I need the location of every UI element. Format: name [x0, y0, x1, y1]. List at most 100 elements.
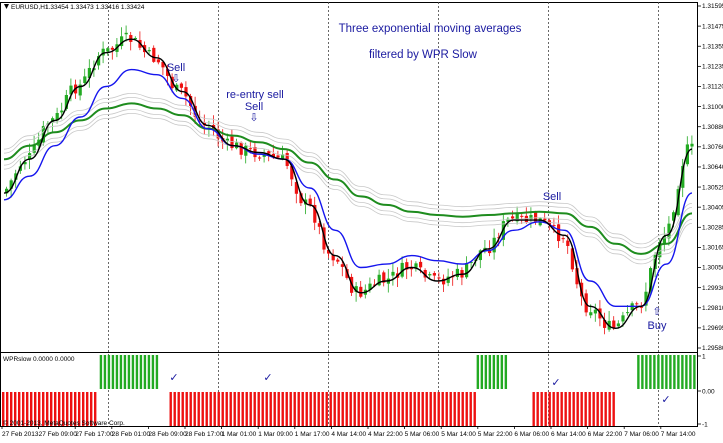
price-tick-label: 1.31475 — [702, 23, 723, 30]
wpr-bear-bar — [205, 392, 208, 426]
wpr-bear-bar — [329, 392, 332, 426]
wpr-bear-bar — [596, 392, 599, 426]
wpr-bear-bar — [433, 392, 436, 426]
candle-body — [419, 261, 423, 268]
chart-canvas[interactable]: EURUSD,H11.33454 1.33473 1.33416 1.33424… — [0, 0, 723, 438]
checkmark-icon: ✓ — [661, 393, 670, 406]
candle-body — [543, 218, 547, 221]
candle-body — [336, 259, 340, 262]
wpr-bear-bar — [564, 392, 567, 426]
wpr-bear-bar — [337, 392, 340, 426]
wpr-bear-bar — [377, 392, 380, 426]
wpr-bear-bar — [457, 392, 460, 426]
wpr-bear-bar — [229, 392, 232, 426]
wpr-bear-bar — [393, 392, 396, 426]
wpr-bear-bar — [600, 392, 603, 426]
wpr-bear-bar — [177, 392, 180, 426]
candle-body — [667, 223, 671, 239]
wpr-bear-bar — [297, 392, 300, 426]
checkmark-icon: ✓ — [551, 376, 560, 389]
wpr-bull-bar — [645, 355, 648, 389]
wpr-bear-bar — [269, 392, 272, 426]
candle-body — [589, 312, 593, 316]
wpr-bull-bar — [115, 355, 119, 389]
wpr-bear-bar — [584, 392, 587, 426]
wpr-bear-bar — [548, 392, 551, 426]
wpr-bull-bar — [135, 355, 139, 389]
wpr-bull-bar — [127, 355, 131, 389]
price-tick-label: 1.31595 — [702, 3, 723, 10]
wpr-bear-bar — [413, 392, 416, 426]
candle-body — [437, 277, 441, 279]
time-tick-label: 7 Mar 14:00 — [661, 431, 696, 438]
wpr-bear-bar — [361, 392, 364, 426]
time-tick-label: 1 Mar 01:00 — [222, 431, 257, 438]
wpr-bull-bar — [131, 355, 135, 389]
wpr-bull-bar — [641, 355, 644, 389]
down-arrow-icon: ⇩ — [249, 112, 258, 124]
wpr-bear-bar — [197, 392, 200, 426]
wpr-bear-bar — [552, 392, 555, 426]
wpr-bear-bar — [425, 392, 428, 426]
wpr-bear-bar — [580, 392, 583, 426]
wpr-bull-bar — [480, 355, 484, 389]
symbol-dropdown-icon[interactable] — [4, 4, 9, 9]
candle-body — [340, 264, 344, 267]
wpr-bear-bar — [389, 392, 392, 426]
wpr-bull-bar — [665, 355, 668, 389]
wpr-bear-bar — [169, 392, 172, 426]
wpr-bear-bar — [381, 392, 384, 426]
indicator-tick-label: 0.00 — [702, 389, 715, 396]
candle-body — [414, 263, 418, 268]
candle-body — [612, 320, 616, 328]
time-tick-label: 28 Feb 01:00 — [112, 431, 151, 438]
candle-body — [690, 143, 694, 147]
wpr-bull-bar — [500, 355, 504, 389]
wpr-bear-bar — [349, 392, 352, 426]
wpr-bear-bar — [409, 392, 412, 426]
price-tick-label: 1.31355 — [702, 43, 723, 50]
wpr-bear-bar — [532, 392, 535, 426]
wpr-bull-bar — [669, 355, 672, 389]
wpr-bear-bar — [544, 392, 547, 426]
wpr-bear-bar — [385, 392, 388, 426]
wpr-bear-bar — [313, 392, 316, 426]
wpr-bull-bar — [653, 355, 656, 389]
wpr-bear-bar — [572, 392, 575, 426]
time-tick-label: 1 Mar 09:00 — [258, 431, 293, 438]
price-tick-label: 1.29695 — [702, 325, 723, 332]
time-tick-label: 1 Mar 17:00 — [295, 431, 330, 438]
wpr-bear-bar — [241, 392, 244, 426]
wpr-bear-bar — [201, 392, 204, 426]
wpr-bear-bar — [365, 392, 368, 426]
annotation-sell-3: Sell — [543, 191, 561, 203]
candle-body — [156, 59, 160, 63]
wpr-bear-bar — [253, 392, 256, 426]
candle-body — [520, 215, 524, 217]
candle-body — [593, 309, 597, 314]
time-tick-label: 4 Mar 22:00 — [368, 431, 403, 438]
wpr-bear-bar — [233, 392, 236, 426]
wpr-bear-bar — [449, 392, 452, 426]
wpr-bull-bar — [504, 355, 508, 389]
price-tick-label: 1.29810 — [702, 305, 723, 312]
wpr-bull-bar — [492, 355, 496, 389]
wpr-bull-bar — [685, 355, 688, 389]
price-tick-label: 1.31120 — [702, 84, 723, 91]
candle-body — [561, 238, 565, 240]
wpr-bear-bar — [461, 392, 464, 426]
price-tick-label: 1.30405 — [702, 204, 723, 211]
annotation-title-line2: filtered by WPR Slow — [369, 49, 478, 61]
wpr-bull-bar — [649, 355, 652, 389]
wpr-bear-bar — [429, 392, 432, 426]
wpr-bull-bar — [661, 355, 664, 389]
time-tick-label: 5 Mar 14:00 — [441, 431, 476, 438]
wpr-bear-bar — [453, 392, 456, 426]
time-tick-label: 4 Mar 14:00 — [331, 431, 366, 438]
wpr-bear-bar — [560, 392, 563, 426]
wpr-bull-bar — [139, 355, 143, 389]
time-tick-label: 27 Feb 09:00 — [39, 431, 78, 438]
checkmark-icon: ✓ — [169, 371, 178, 384]
candle-body — [110, 47, 114, 50]
wpr-bear-bar — [441, 392, 444, 426]
